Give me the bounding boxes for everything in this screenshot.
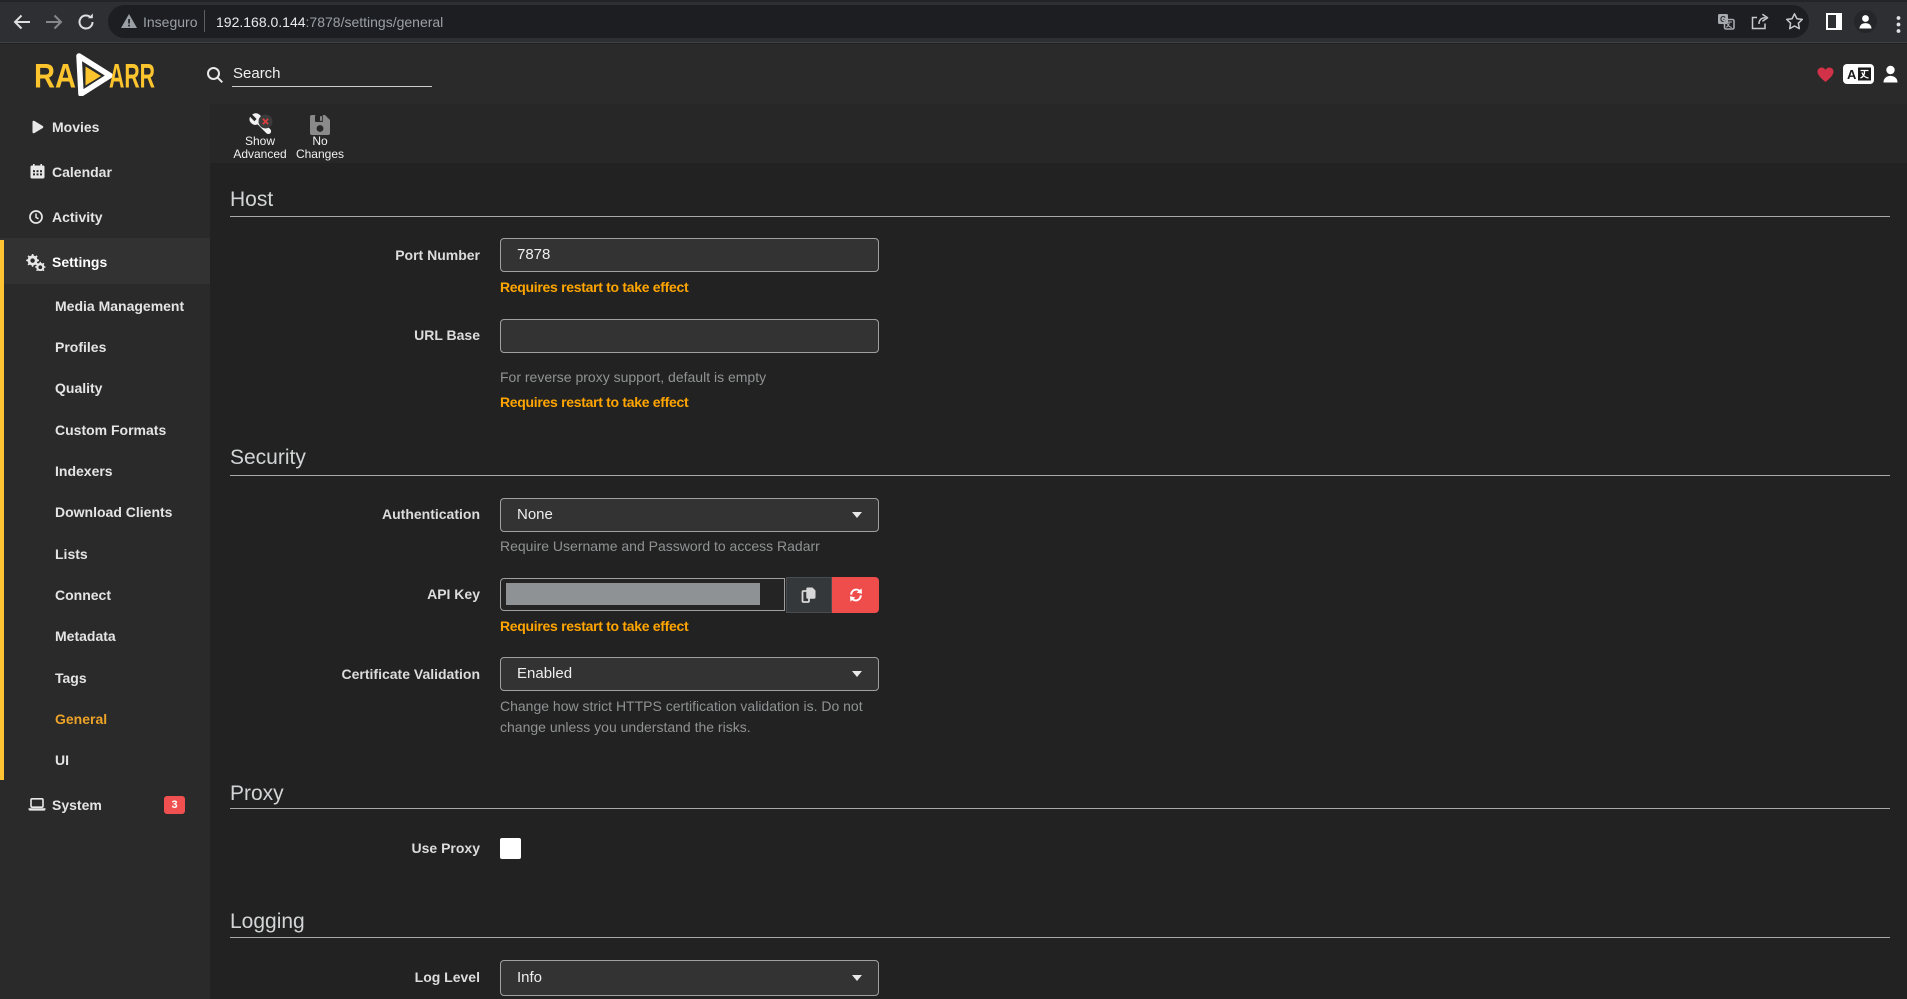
svg-text:ARR: ARR (109, 58, 155, 96)
svg-text:A: A (1847, 67, 1857, 82)
svg-text:RA: RA (34, 58, 76, 96)
